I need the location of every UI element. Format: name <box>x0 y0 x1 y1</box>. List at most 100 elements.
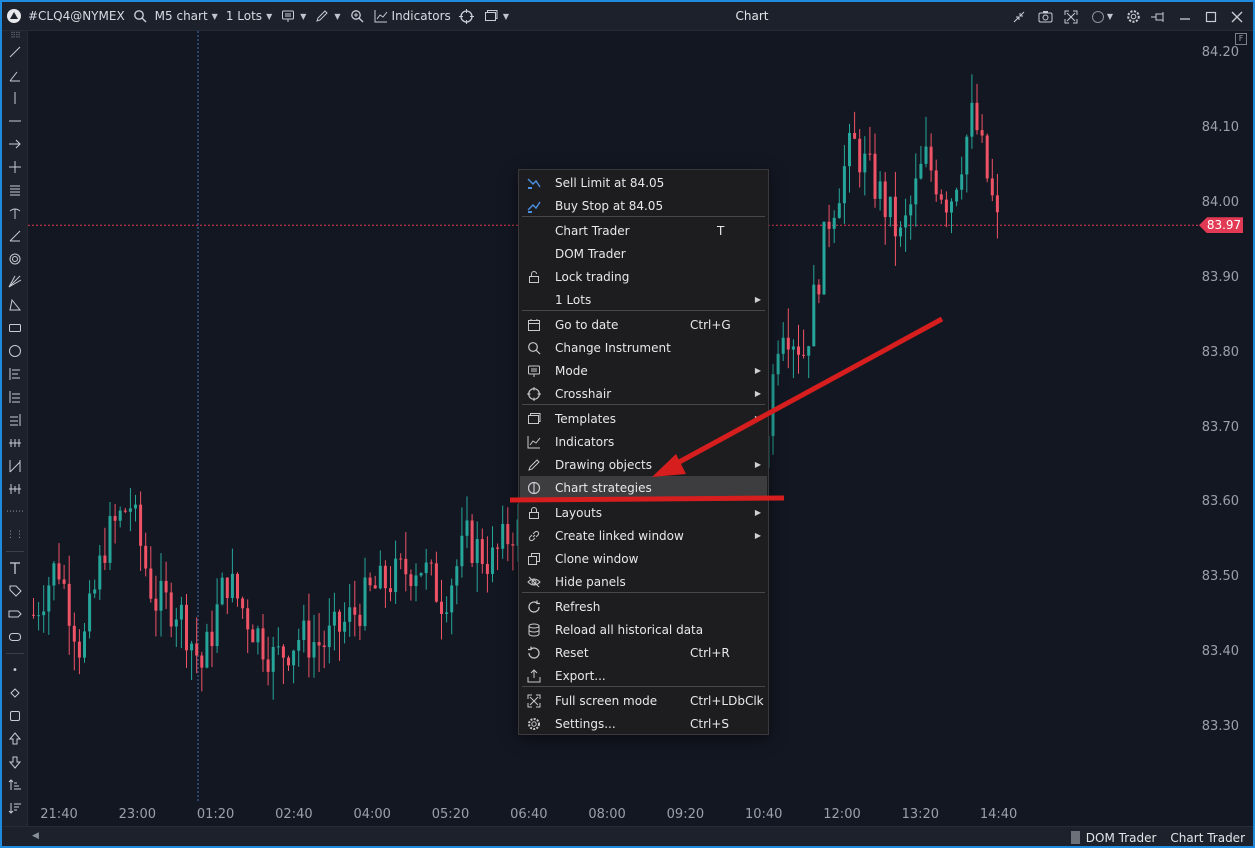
tab-chart-trader[interactable]: Chart Trader <box>1170 831 1245 845</box>
fibonacci-icon[interactable] <box>6 365 24 383</box>
angle-line-icon[interactable] <box>6 67 24 85</box>
fib-extension-icon[interactable] <box>6 411 24 429</box>
fib-fan-icon[interactable] <box>6 480 24 498</box>
menu-item-chart-trader[interactable]: Chart Trader T <box>520 219 767 242</box>
menu-item-sell-limit-at-84-05[interactable]: Sell Limit at 84.05 <box>520 171 767 194</box>
dotted-vertical-icon[interactable]: ⋮⋮ <box>6 526 24 544</box>
templates-dropdown[interactable]: ▼ <box>479 2 513 31</box>
f-badge[interactable]: F <box>1235 33 1247 45</box>
spiral-icon[interactable] <box>6 250 24 268</box>
buy-stop-icon <box>526 198 542 214</box>
menu-item-layouts[interactable]: Layouts ▶ <box>520 501 767 524</box>
line-tool-icon[interactable] <box>6 43 24 61</box>
candle-body <box>128 508 132 512</box>
link-color-dropdown[interactable]: ▼ <box>1087 9 1117 25</box>
menu-item-full-screen-mode[interactable]: Full screen mode Ctrl+LDbClk <box>520 689 767 712</box>
menu-item-clone-window[interactable]: Clone window <box>520 547 767 570</box>
zoom-in-button[interactable] <box>345 2 369 31</box>
menu-item-1-lots[interactable]: 1 Lots ▶ <box>520 288 767 311</box>
menu-item-create-linked-window[interactable]: Create linked window ▶ <box>520 524 767 547</box>
app-logo-icon[interactable] <box>2 2 26 31</box>
menu-item-lock-trading[interactable]: Lock trading <box>520 265 767 288</box>
candle-body <box>450 585 454 613</box>
curve-tool-icon[interactable] <box>6 204 24 222</box>
triangle-icon[interactable] <box>6 296 24 314</box>
drawing-dropdown[interactable]: ▼ <box>310 2 344 31</box>
menu-item-drawing-objects[interactable]: Drawing objects ▶ <box>520 453 767 476</box>
trend-angle-icon[interactable] <box>6 227 24 245</box>
pin-icon[interactable] <box>1149 9 1169 25</box>
close-icon[interactable] <box>1227 9 1247 25</box>
price-axis[interactable]: F 84.20 84.10 84.00 83.90 83.80 83.70 83.60 83.… <box>1198 31 1253 826</box>
menu-item-go-to-date[interactable]: Go to date Ctrl+G <box>520 313 767 336</box>
price-label-icon[interactable] <box>6 582 24 600</box>
sort-ascending-icon[interactable] <box>6 776 24 794</box>
ellipse-icon[interactable] <box>6 342 24 360</box>
menu-item-crosshair[interactable]: Crosshair ▶ <box>520 382 767 405</box>
cross-line-icon[interactable] <box>6 158 24 176</box>
fib-retracement-icon[interactable] <box>6 388 24 406</box>
candle-body <box>475 539 479 563</box>
menu-item-label: 1 Lots <box>555 292 592 307</box>
tab-dom-trader[interactable]: DOM Trader <box>1086 831 1157 845</box>
scroll-left-icon[interactable]: ◀ <box>32 831 39 841</box>
vertical-line-icon[interactable] <box>6 89 24 107</box>
menu-item-templates[interactable]: Templates ▶ <box>520 407 767 430</box>
candle-body <box>220 577 224 605</box>
menu-item-dom-trader[interactable]: DOM Trader <box>520 242 767 265</box>
menu-item-settings[interactable]: Settings... Ctrl+S <box>520 712 767 735</box>
crosshair-button[interactable] <box>455 2 479 31</box>
timeframe-dropdown[interactable]: M5 chart ▼ <box>151 2 222 31</box>
camera-icon[interactable] <box>1035 9 1055 25</box>
sort-descending-icon[interactable] <box>6 799 24 817</box>
dotted-grid-icon[interactable]: ⋯⋯ <box>6 503 24 521</box>
symbol-search-icon[interactable] <box>129 2 151 31</box>
arrow-down-marker-icon[interactable] <box>6 753 24 771</box>
window-title: Chart <box>735 9 769 23</box>
square-marker-icon[interactable] <box>6 707 24 725</box>
settings-gear-icon[interactable] <box>1123 9 1143 25</box>
candle-body <box>429 562 433 564</box>
text-tool-icon[interactable] <box>6 559 24 577</box>
note-icon[interactable] <box>6 628 24 646</box>
rectangle-icon[interactable] <box>6 319 24 337</box>
menu-item-label: Go to date <box>555 317 619 332</box>
menu-item-hide-panels[interactable]: Hide panels <box>520 570 767 593</box>
menu-item-refresh[interactable]: Refresh <box>520 595 767 618</box>
symbol-label[interactable]: #CLQ4@NYMEX <box>26 2 129 31</box>
dot-marker-icon[interactable]: • <box>6 661 24 679</box>
scrollbar-thumb[interactable] <box>1071 831 1080 844</box>
minimize-icon[interactable] <box>1175 9 1195 25</box>
menu-item-export[interactable]: Export... <box>520 664 767 687</box>
candle-body <box>960 174 964 190</box>
fib-time-icon[interactable] <box>6 434 24 452</box>
menu-item-change-instrument[interactable]: Change Instrument <box>520 336 767 359</box>
indicators-button[interactable]: Indicators <box>369 2 455 31</box>
parallel-lines-icon[interactable] <box>6 181 24 199</box>
candle-body <box>404 558 408 575</box>
fullscreen-icon[interactable] <box>1061 9 1081 25</box>
callout-icon[interactable] <box>6 605 24 623</box>
menu-item-chart-strategies[interactable]: Chart strategies <box>520 476 767 499</box>
menu-item-indicators[interactable]: Indicators <box>520 430 767 453</box>
menu-item-buy-stop-at-84-05[interactable]: Buy Stop at 84.05 <box>520 194 767 217</box>
arrow-up-marker-icon[interactable] <box>6 730 24 748</box>
maximize-icon[interactable] <box>1201 9 1221 25</box>
candle-body <box>491 547 494 574</box>
fib-channel-icon[interactable] <box>6 457 24 475</box>
gann-fan-icon[interactable] <box>6 273 24 291</box>
chart-type-dropdown[interactable]: ▼ <box>276 2 310 31</box>
diamond-marker-icon[interactable] <box>6 684 24 702</box>
menu-item-reset[interactable]: Reset Ctrl+R <box>520 641 767 664</box>
candle-body <box>934 170 938 195</box>
arrow-icon[interactable] <box>6 135 24 153</box>
lots-dropdown[interactable]: 1 Lots ▼ <box>222 2 276 31</box>
horizontal-line-icon[interactable] <box>6 112 24 130</box>
drag-handle-icon[interactable]: ⠿⠿ <box>6 31 24 40</box>
collapse-icon[interactable] <box>1009 9 1029 25</box>
chevron-down-icon: ▼ <box>1106 12 1114 21</box>
menu-item-reload-all-historical-data[interactable]: Reload all historical data <box>520 618 767 641</box>
candle-body <box>863 153 867 173</box>
menu-item-mode[interactable]: Mode ▶ <box>520 359 767 382</box>
candle-body <box>297 639 301 651</box>
